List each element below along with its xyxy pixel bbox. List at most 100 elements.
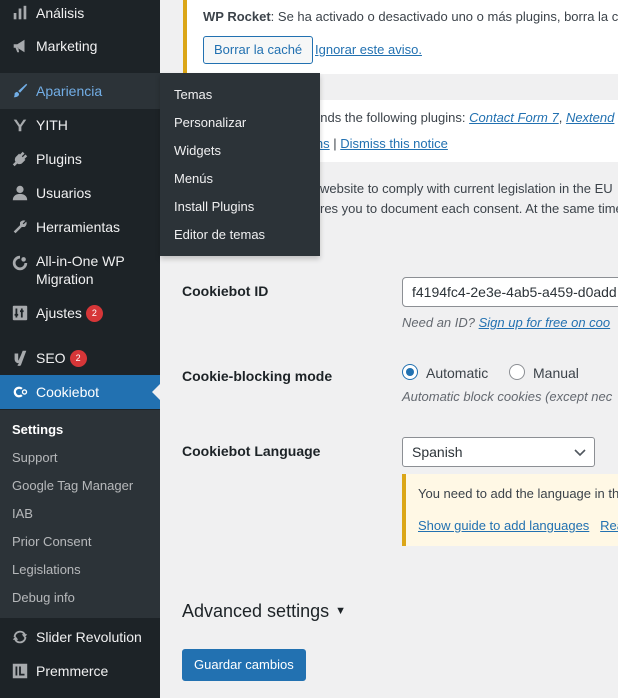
cookiebot-submenu: Settings Support Google Tag Manager IAB … xyxy=(0,410,160,618)
sidebar-item-label: Plugins xyxy=(36,151,82,167)
sidebar-item-label: Apariencia xyxy=(36,83,103,99)
sidebar-item-cookiebot[interactable]: Cookiebot xyxy=(0,375,160,409)
intro-line-1: website to comply with current legislati… xyxy=(320,181,613,196)
sidebar-item-label: Marketing xyxy=(36,38,98,54)
cookiebot-id-help: Need an ID? Sign up for free on coo xyxy=(402,315,610,330)
language-select-value: Spanish xyxy=(412,444,463,460)
plug-icon xyxy=(0,150,36,168)
wrench-icon xyxy=(0,218,36,236)
ignore-notice-link[interactable]: Ignorar este aviso. xyxy=(315,42,422,57)
submenu-item-settings[interactable]: Settings xyxy=(12,422,63,437)
clear-cache-button[interactable]: Borrar la caché xyxy=(203,36,314,64)
sidebar-item-plugins[interactable]: Plugins xyxy=(0,148,160,170)
plugins-separator: , xyxy=(558,110,566,125)
dismiss-notice-link[interactable]: Dismiss this notice xyxy=(340,136,448,151)
intro-paragraph: website to comply with current legislati… xyxy=(320,179,618,219)
admin-sidebar: Análisis Marketing Apariencia YITH Plugi… xyxy=(0,0,160,698)
submenu-item-google-tag-manager[interactable]: Google Tag Manager xyxy=(12,478,133,493)
read-more-link[interactable]: Rea xyxy=(600,518,618,533)
cookiebot-language-label: Cookiebot Language xyxy=(182,443,321,459)
chevron-down-icon xyxy=(574,449,586,457)
wp-rocket-notice-text: WP Rocket: Se ha activado o desactivado … xyxy=(203,9,618,24)
sidebar-item-label: Slider Revolution xyxy=(36,629,142,645)
submenu-item-debug-info[interactable]: Debug info xyxy=(12,590,75,605)
sidebar-item-label-wrap: All-in-One WP Migration xyxy=(36,252,125,288)
sidebar-item-slider-revolution[interactable]: Slider Revolution xyxy=(0,626,160,648)
save-changes-button[interactable]: Guardar cambios xyxy=(182,649,306,681)
submenu-item-legislations[interactable]: Legislations xyxy=(12,562,81,577)
flyout-item-install-plugins[interactable]: Install Plugins xyxy=(174,199,254,214)
language-select[interactable]: Spanish xyxy=(402,437,595,467)
blocking-mode-desc: Automatic block cookies (except nec xyxy=(402,389,613,404)
sidebar-item-label: YITH xyxy=(36,117,68,133)
pipe-separator: | xyxy=(329,136,341,151)
flyout-item-widgets[interactable]: Widgets xyxy=(174,143,221,158)
sidebar-item-label: SEO xyxy=(36,350,66,366)
plugins-notice-text: ends the following plugins: xyxy=(313,110,470,125)
radio-automatic[interactable] xyxy=(402,364,418,380)
sidebar-item-premmerce[interactable]: Premmerce xyxy=(0,660,160,682)
flyout-item-menus[interactable]: Menús xyxy=(174,171,213,186)
sidebar-item-label: Análisis xyxy=(36,5,85,21)
sidebar-item-label-line2: Migration xyxy=(36,271,94,287)
sidebar-item-analisis[interactable]: Análisis xyxy=(0,2,160,24)
cookiebot-id-label: Cookiebot ID xyxy=(182,283,269,299)
sidebar-item-seo[interactable]: SEO 2 xyxy=(0,347,160,369)
sidebar-item-label: Ajustes xyxy=(36,305,82,321)
sidebar-item-yith[interactable]: YITH xyxy=(0,114,160,136)
sidebar-item-label: Usuarios xyxy=(36,185,92,201)
premmerce-icon xyxy=(0,662,36,680)
sign-up-link[interactable]: Sign up for free on coo xyxy=(479,315,611,330)
cookie-blocking-mode-label: Cookie-blocking mode xyxy=(182,368,333,384)
radio-automatic-label[interactable]: Automatic xyxy=(426,365,488,381)
radio-manual[interactable] xyxy=(509,364,525,380)
nextend-link[interactable]: Nextend xyxy=(566,110,614,125)
sidebar-item-label: Cookiebot xyxy=(36,384,100,400)
wp-rocket-notice: WP Rocket: Se ha activado o desactivado … xyxy=(183,0,618,74)
plugins-notice-line: ends the following plugins: Contact Form… xyxy=(313,110,614,125)
sidebar-item-ajustes[interactable]: Ajustes 2 xyxy=(0,302,160,324)
contact-form-7-link[interactable]: Contact Form 7 xyxy=(469,110,559,125)
migration-icon xyxy=(0,252,36,272)
yoast-icon xyxy=(0,349,36,367)
cookiebot-id-input[interactable]: f4194fc4-2e3e-4ab5-a459-d0add xyxy=(402,277,618,307)
sidebar-item-marketing[interactable]: Marketing xyxy=(0,35,160,57)
settings-icon xyxy=(0,304,36,322)
flyout-item-editor-de-temas[interactable]: Editor de temas xyxy=(174,227,265,242)
yith-icon xyxy=(0,116,36,134)
user-icon xyxy=(0,184,36,202)
sidebar-item-label: All-in-One WP xyxy=(36,253,125,269)
triangle-down-icon: ▼ xyxy=(335,605,346,617)
apariencia-flyout-menu: Temas Personalizar Widgets Menús Install… xyxy=(160,73,320,256)
sidebar-item-herramientas[interactable]: Herramientas xyxy=(0,216,160,238)
language-notice: You need to add the language in th Show … xyxy=(402,474,618,546)
wp-rocket-message: : Se ha activado o desactivado uno o más… xyxy=(270,9,618,24)
sidebar-item-label: Premmerce xyxy=(36,663,109,679)
flyout-item-personalizar[interactable]: Personalizar xyxy=(174,115,246,130)
megaphone-icon xyxy=(0,37,36,55)
sidebar-item-label: Herramientas xyxy=(36,219,121,235)
refresh-icon xyxy=(0,628,36,646)
advanced-settings-label: Advanced settings xyxy=(182,601,330,621)
submenu-item-iab[interactable]: IAB xyxy=(12,506,33,521)
radio-manual-label[interactable]: Manual xyxy=(533,365,579,381)
id-help-text: Need an ID? xyxy=(402,315,479,330)
submenu-item-support[interactable]: Support xyxy=(12,450,58,465)
language-notice-links: Show guide to add languages Rea xyxy=(418,518,618,533)
chart-icon xyxy=(0,4,36,22)
intro-line-2: res you to document each consent. At the… xyxy=(320,201,618,216)
plugins-notice-actions: ins | Dismiss this notice xyxy=(313,136,448,151)
advanced-settings-toggle[interactable]: Advanced settings ▼ xyxy=(182,601,346,622)
sidebar-item-apariencia[interactable]: Apariencia xyxy=(0,73,160,109)
sidebar-item-usuarios[interactable]: Usuarios xyxy=(0,182,160,204)
language-notice-text: You need to add the language in th xyxy=(418,486,618,501)
sidebar-item-all-in-one-migration[interactable]: All-in-One WP Migration xyxy=(0,252,160,290)
flyout-item-temas[interactable]: Temas xyxy=(174,87,212,102)
show-guide-link[interactable]: Show guide to add languages xyxy=(418,518,589,533)
wp-rocket-title: WP Rocket xyxy=(203,9,271,24)
cookiebot-icon xyxy=(0,383,36,401)
paintbrush-icon xyxy=(0,82,36,100)
seo-count-badge: 2 xyxy=(69,349,87,367)
submenu-item-prior-consent[interactable]: Prior Consent xyxy=(12,534,91,549)
update-count-badge: 2 xyxy=(85,304,103,322)
